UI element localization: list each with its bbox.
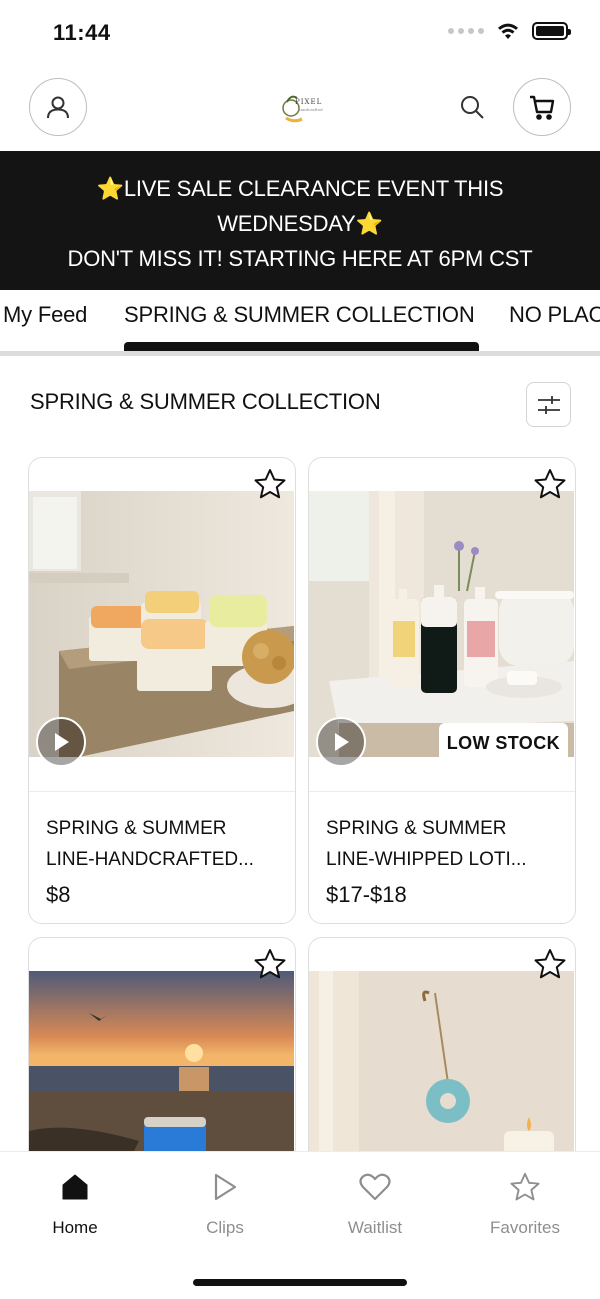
product-name-line-1: SPRING & SUMMER: [326, 818, 507, 839]
search-button[interactable]: [455, 90, 489, 124]
product-card[interactable]: LOW STOCK SPRING & SUMMER LINE-WHIPPED L…: [308, 457, 576, 924]
banner-line-2: WEDNESDAY⭐: [217, 211, 383, 236]
nav-favorites-label: Favorites: [490, 1218, 560, 1237]
logo-text: PIXEL: [295, 98, 323, 106]
home-indicator[interactable]: [193, 1279, 407, 1286]
favorite-button[interactable]: [252, 466, 288, 502]
product-name[interactable]: SPRING & SUMMER LINE-HANDCRAFTED...: [46, 813, 286, 875]
user-icon: [47, 96, 69, 119]
play-video-button[interactable]: [36, 717, 86, 767]
bottom-navigation: Home Clips Waitlist Favorites: [0, 1151, 600, 1299]
logo-subtext: handcrafted: [298, 107, 323, 112]
play-icon: [55, 733, 69, 751]
cart-icon: [530, 95, 555, 120]
app-header: PIXEL handcrafted: [0, 78, 600, 138]
account-button[interactable]: [29, 78, 87, 136]
active-tab-indicator: [124, 342, 479, 351]
nav-favorites[interactable]: Favorites: [465, 1170, 585, 1238]
heart-icon: [359, 1173, 391, 1201]
favorite-button[interactable]: [252, 946, 288, 982]
play-icon: [214, 1173, 237, 1201]
cart-button[interactable]: [513, 78, 571, 136]
search-icon: [461, 96, 484, 119]
favorite-button[interactable]: [532, 466, 568, 502]
tab-no-place[interactable]: NO PLAC: [509, 302, 600, 328]
category-tabs: My Feed SPRING & SUMMER COLLECTION NO PL…: [0, 290, 600, 356]
filter-icon: [537, 395, 560, 414]
tab-spring-summer[interactable]: SPRING & SUMMER COLLECTION: [124, 302, 475, 328]
product-name-line-1: SPRING & SUMMER: [46, 818, 227, 839]
star-icon: [534, 949, 566, 979]
section-title: SPRING & SUMMER COLLECTION: [30, 389, 381, 414]
promo-banner[interactable]: ⭐LIVE SALE CLEARANCE EVENT THIS WEDNESDA…: [0, 151, 600, 290]
nav-waitlist-label: Waitlist: [347, 1218, 403, 1237]
status-icons: [448, 22, 571, 40]
play-video-button[interactable]: [316, 717, 366, 767]
banner-line-3: DON'T MISS IT! STARTING HERE AT 6PM CST: [67, 246, 533, 271]
nav-waitlist[interactable]: Waitlist: [315, 1170, 435, 1238]
product-name[interactable]: SPRING & SUMMER LINE-WHIPPED LOTI...: [326, 813, 566, 875]
nav-home-label: Home: [52, 1218, 98, 1237]
status-time: 11:44: [53, 20, 111, 45]
status-bar: 11:44: [0, 0, 600, 66]
low-stock-badge: LOW STOCK: [438, 723, 568, 764]
play-icon: [335, 733, 349, 751]
signal-icon: [448, 28, 484, 34]
star-icon: [254, 469, 286, 499]
star-icon: [510, 1172, 540, 1201]
star-icon: [534, 469, 566, 499]
product-price: $17-$18: [326, 882, 407, 907]
card-divider: [29, 791, 295, 792]
favorite-button[interactable]: [532, 946, 568, 982]
battery-icon: [532, 22, 571, 40]
star-icon: [254, 949, 286, 979]
product-price: $8: [46, 882, 71, 907]
product-image[interactable]: [29, 491, 294, 757]
card-divider: [309, 791, 575, 792]
tab-my-feed[interactable]: My Feed: [3, 302, 87, 328]
nav-home[interactable]: Home: [15, 1170, 135, 1238]
product-card[interactable]: SPRING & SUMMER LINE-HANDCRAFTED... $8: [28, 457, 296, 924]
product-name-line-2: LINE-WHIPPED LOTI...: [326, 849, 527, 870]
banner-line-1: ⭐LIVE SALE CLEARANCE EVENT THIS: [96, 176, 504, 201]
store-logo[interactable]: PIXEL handcrafted: [278, 88, 328, 128]
wifi-icon: [498, 23, 518, 39]
nav-clips[interactable]: Clips: [165, 1170, 285, 1238]
product-name-line-2: LINE-HANDCRAFTED...: [46, 849, 254, 870]
product-image[interactable]: [309, 491, 574, 757]
home-icon: [62, 1174, 88, 1200]
nav-clips-label: Clips: [206, 1218, 244, 1237]
filter-button[interactable]: [526, 382, 571, 427]
